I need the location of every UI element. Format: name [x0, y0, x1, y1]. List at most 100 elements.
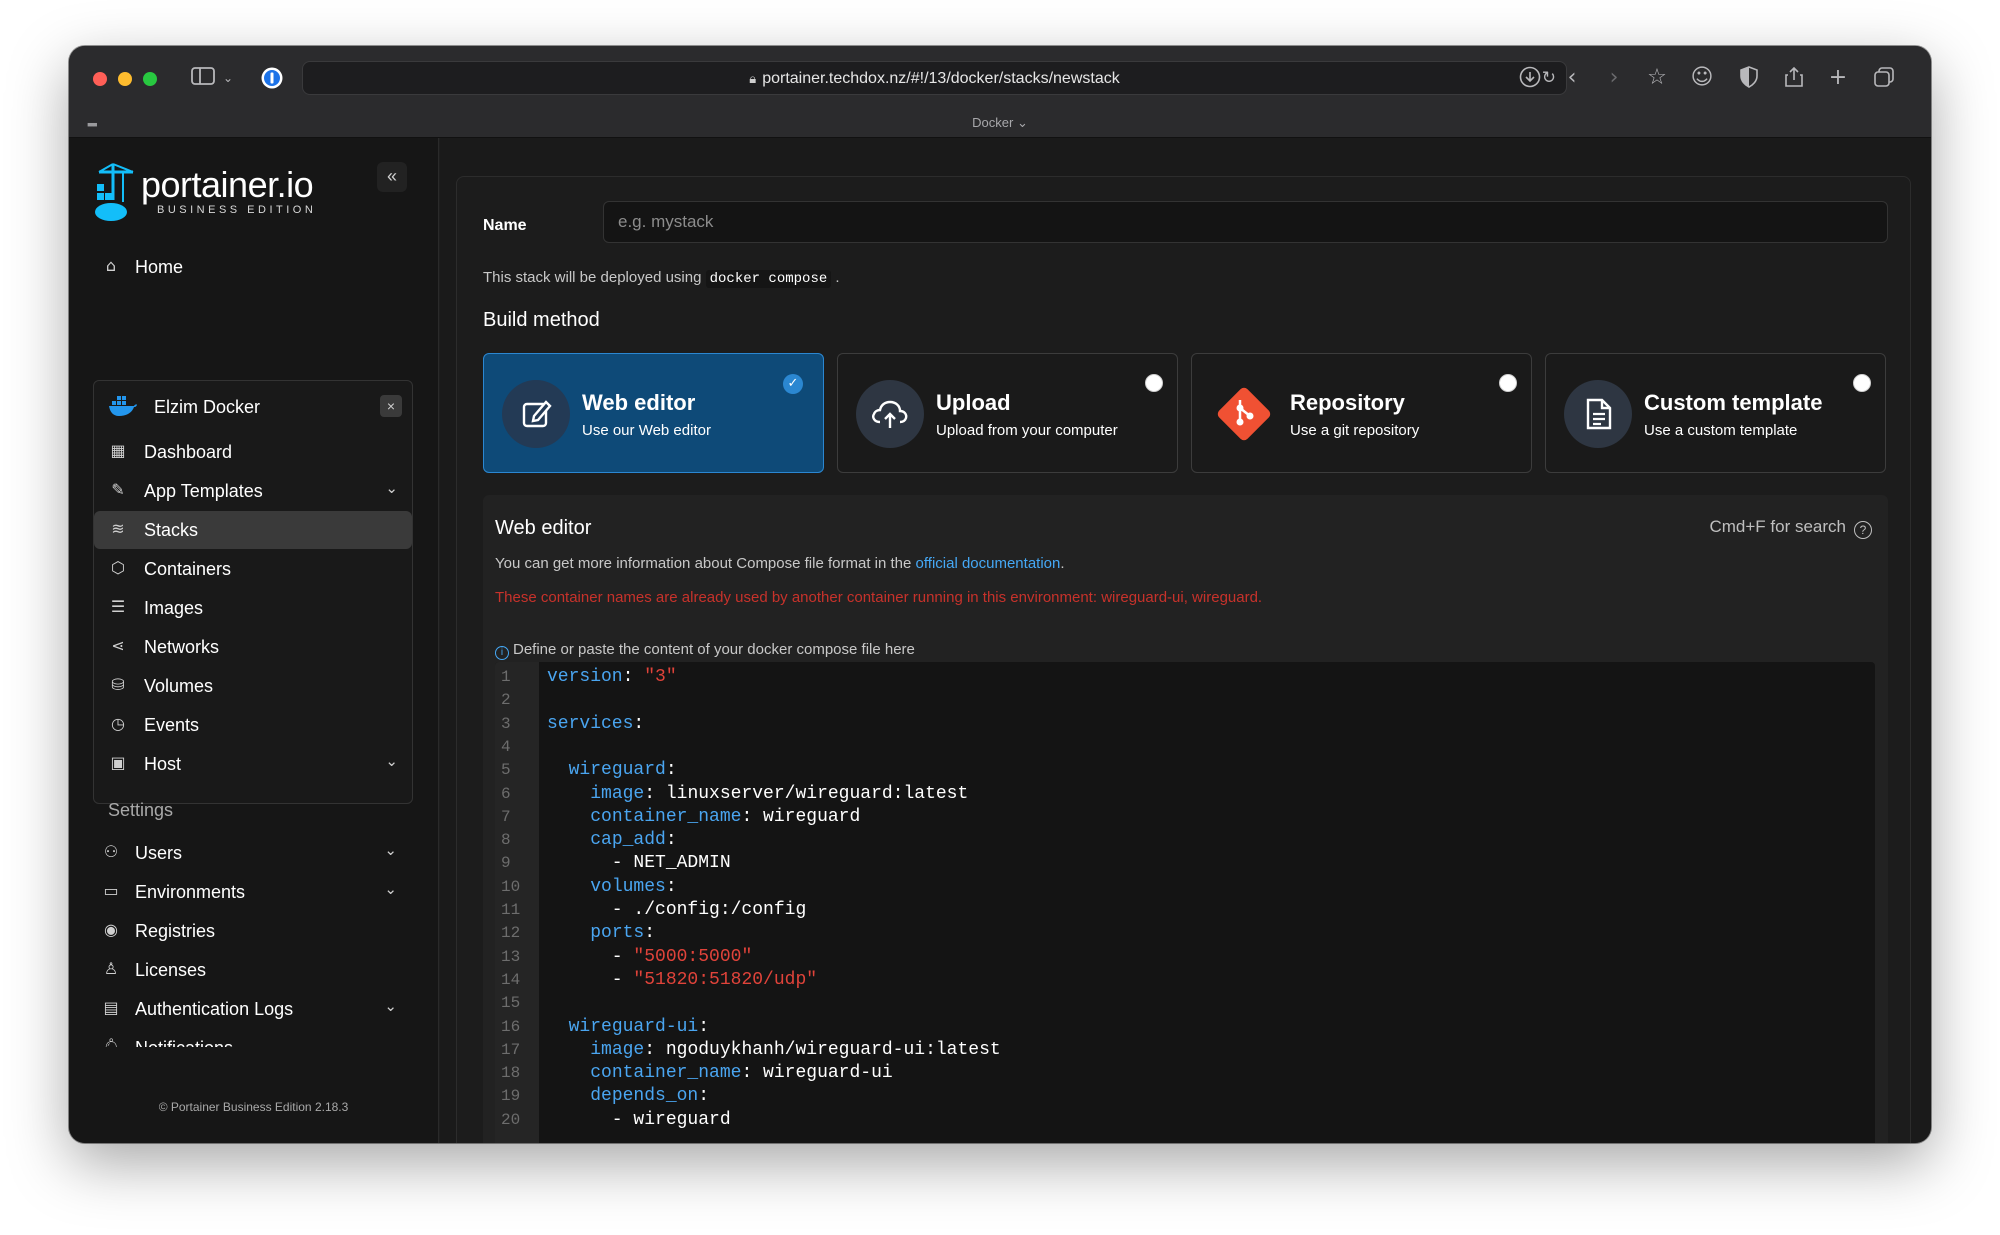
radio-button[interactable]	[1853, 374, 1871, 392]
download-icon[interactable]	[1517, 66, 1543, 94]
zoom-window-button[interactable]	[143, 72, 157, 86]
web-editor-panel: Web editor Cmd+F for search? You can get…	[483, 495, 1888, 1143]
build-method-upload[interactable]: Upload Upload from your computer	[837, 353, 1178, 473]
line-number: 5	[501, 761, 511, 780]
edit-icon	[502, 380, 570, 448]
reload-icon[interactable]: ↻	[1542, 68, 1556, 88]
line-number: 10	[501, 877, 521, 896]
sidebar-item-authentication-logs[interactable]: ▤ Authentication Logs ⌄	[93, 990, 411, 1028]
sidebar-item-label: App Templates	[144, 481, 263, 501]
chevron-down-icon[interactable]: ⌄	[385, 752, 398, 770]
chevron-down-icon[interactable]: ⌄	[385, 479, 398, 497]
share-icon[interactable]	[1781, 66, 1807, 94]
sidebar-item-label: Networks	[144, 637, 220, 657]
upload-cloud-icon	[856, 380, 924, 448]
sidebar-item-images[interactable]: ☰ Images	[94, 589, 412, 627]
code-line: 7 container_name: wireguard	[495, 806, 1875, 829]
line-content: wireguard-ui:	[568, 1016, 710, 1037]
code-line: 13 - "5000:5000"	[495, 946, 1875, 969]
build-method-web-editor[interactable]: Web editor Use our Web editor ✓	[483, 353, 824, 473]
sidebar-item-host[interactable]: ▣ Host ⌄	[94, 745, 412, 783]
sidebar-item-stacks[interactable]: ≋ Stacks	[94, 511, 412, 549]
sidebar-item-networks[interactable]: ⋖ Networks	[94, 628, 412, 666]
code-line: 9 - NET_ADMIN	[495, 852, 1875, 875]
version-footer: © Portainer Business Edition 2.18.3	[158, 1100, 349, 1114]
sidebar-item-label: Volumes	[144, 676, 214, 696]
sidebar-item-dashboard[interactable]: ▦ Dashboard	[94, 433, 412, 471]
bookmark-star-icon[interactable]: ☆	[1644, 66, 1670, 90]
build-method-custom-template[interactable]: Custom template Use a custom template	[1545, 353, 1886, 473]
sidebar-item-registries[interactable]: ◉ Registries	[93, 912, 411, 950]
line-number: 16	[501, 1017, 521, 1036]
server-icon: ▣	[110, 753, 126, 772]
code-line: 19 depends_on:	[495, 1085, 1875, 1108]
line-number: 8	[501, 831, 511, 850]
sidebar-item-events[interactable]: ◷ Events	[94, 706, 412, 744]
line-number: 11	[501, 901, 521, 919]
url-text: portainer.techdox.nz/#!/13/docker/stacks…	[762, 70, 1120, 87]
name-label: Name	[483, 217, 527, 234]
sidebar-item-licenses[interactable]: ♙ Licenses	[93, 951, 411, 989]
close-window-button[interactable]	[93, 72, 107, 86]
radio-button[interactable]	[1145, 374, 1163, 392]
new-tab-icon[interactable]: +	[1825, 66, 1851, 90]
edit-icon: ✎	[111, 480, 125, 499]
search-hint: Cmd+F for search?	[1709, 517, 1872, 539]
code-line: 12 ports:	[495, 922, 1875, 945]
code-line: 18 container_name: wireguard-ui	[495, 1062, 1875, 1085]
settings-section-title: Settings	[108, 800, 174, 820]
build-method-repository[interactable]: Repository Use a git repository	[1191, 353, 1532, 473]
chevron-down-icon[interactable]: ⌄	[384, 997, 397, 1015]
line-content: version: "3"	[547, 667, 677, 687]
line-number: 20	[501, 1110, 521, 1129]
portainer-logo[interactable]: portainer.io BUSINESS EDITION	[93, 162, 363, 222]
build-method-title: Upload	[936, 390, 1011, 415]
sidebar-toggle-icon[interactable]	[189, 66, 217, 92]
compose-code-editor[interactable]: 1 version: "3" 2 3 services: 4 5 wireguard: 6 i…	[495, 662, 1875, 1143]
browser-window: ⌄ 🔒︎ portainer.techdox.nz/#!/13/docker/st…	[69, 46, 1931, 1143]
line-number: 14	[501, 970, 521, 989]
forward-icon[interactable]: ›	[1604, 66, 1624, 90]
chevron-down-icon[interactable]: ⌄	[384, 841, 397, 859]
official-documentation-link[interactable]: official documentation	[916, 555, 1061, 572]
address-bar[interactable]: 🔒︎ portainer.techdox.nz/#!/13/docker/stac…	[302, 61, 1567, 95]
main-content: Name This stack will be deployed using d…	[440, 138, 1931, 1143]
build-method-title: Build method	[483, 309, 600, 331]
extension-icon[interactable]: ☺	[1689, 66, 1715, 90]
sidebar-item-home[interactable]: ⌂ Home	[93, 248, 411, 286]
build-method-subtitle: Use our Web editor	[582, 422, 711, 439]
radio-icon: ◉	[104, 920, 118, 939]
code-line: 20 - wireguard	[495, 1109, 1875, 1132]
password-manager-icon[interactable]	[260, 66, 284, 96]
sidebar-item-app-templates[interactable]: ✎ App Templates ⌄	[94, 472, 412, 510]
help-icon[interactable]: ?	[1854, 521, 1872, 539]
build-method-title: Repository	[1290, 390, 1405, 415]
close-environment-button[interactable]: ×	[380, 395, 402, 417]
chevron-down-icon[interactable]: ⌄	[384, 880, 397, 898]
minimize-window-button[interactable]	[118, 72, 132, 86]
sidebar-item-containers[interactable]: ⬡ Containers	[94, 550, 412, 588]
sidebar-item-users[interactable]: ⚇ Users ⌄	[93, 834, 411, 872]
build-method-subtitle: Use a git repository	[1290, 422, 1420, 439]
environment-header: Elzim Docker ×	[94, 381, 412, 433]
sidebar-scroll-clip: 🔔︎ Notifications	[93, 1029, 411, 1047]
sidebar-item-notifications[interactable]: 🔔︎ Notifications	[93, 1029, 411, 1047]
shield-icon[interactable]	[1736, 66, 1762, 94]
sidebar-item-label: Environments	[135, 882, 246, 902]
tab-title[interactable]: Docker ⌄	[69, 115, 1931, 131]
collapse-sidebar-button[interactable]: «	[377, 162, 407, 192]
line-number: 3	[501, 714, 511, 733]
back-icon[interactable]: ‹	[1562, 66, 1582, 90]
sidebar-item-label: Dashboard	[144, 442, 233, 462]
clock-icon: ◷	[111, 714, 125, 733]
line-number: 1	[501, 668, 511, 686]
line-number: 2	[501, 691, 511, 710]
stack-name-input[interactable]	[603, 201, 1888, 243]
radio-button[interactable]	[1499, 374, 1517, 392]
sidebar-item-label: Notifications	[135, 1038, 233, 1047]
chevron-down-icon[interactable]: ⌄	[221, 66, 235, 90]
sidebar-item-volumes[interactable]: ⛁ Volumes	[94, 667, 412, 705]
sidebar-item-environments[interactable]: ▭ Environments ⌄	[93, 873, 411, 911]
logo-edition: BUSINESS EDITION	[157, 204, 317, 216]
tab-overview-icon[interactable]	[1871, 66, 1897, 94]
